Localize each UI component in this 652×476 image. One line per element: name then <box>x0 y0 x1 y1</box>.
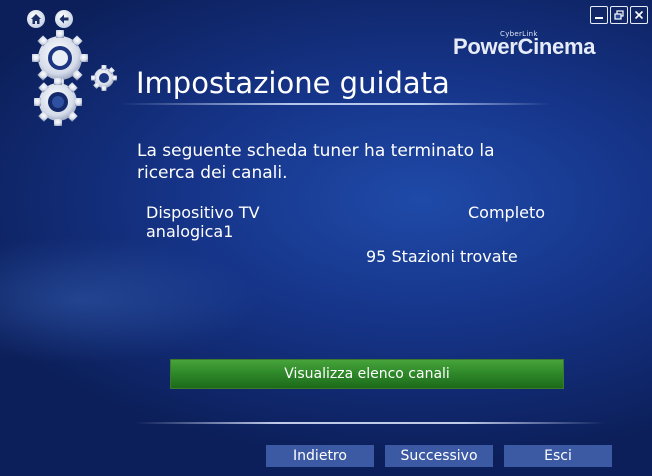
brand-name: PowerCinema <box>453 34 596 59</box>
next-button[interactable]: Successivo <box>385 445 493 467</box>
info-message: La seguente scheda tuner ha terminato la… <box>137 141 495 183</box>
back-nav-button[interactable]: Indietro <box>266 445 374 467</box>
page-title: Impostazione guidata <box>136 66 450 100</box>
gears-icon <box>32 30 117 126</box>
next-label: Successivo <box>400 448 478 464</box>
view-channels-button[interactable]: Visualizza elenco canali <box>170 359 564 389</box>
back-nav-label: Indietro <box>293 448 347 464</box>
restore-icon <box>614 10 624 20</box>
stations-found: 95 Stazioni trovate <box>366 247 518 266</box>
back-arrow-icon <box>59 14 69 24</box>
exit-label: Esci <box>544 448 572 464</box>
home-icon <box>31 14 41 24</box>
back-button[interactable] <box>55 10 73 28</box>
close-icon <box>634 10 644 20</box>
exit-button[interactable]: Esci <box>504 445 612 467</box>
device-name: Dispositivo TV analogica1 <box>146 203 260 241</box>
view-channels-label: Visualizza elenco canali <box>284 366 450 382</box>
minimize-button[interactable] <box>590 6 608 24</box>
restore-button[interactable] <box>610 6 628 24</box>
device-status: Completo <box>468 203 546 222</box>
device-name-box: Dispositivo TV analogica1 <box>146 203 321 241</box>
footer-divider <box>135 422 605 424</box>
home-button[interactable] <box>27 10 45 28</box>
minimize-icon <box>595 17 603 19</box>
title-underline <box>120 103 550 105</box>
close-button[interactable] <box>630 6 648 24</box>
